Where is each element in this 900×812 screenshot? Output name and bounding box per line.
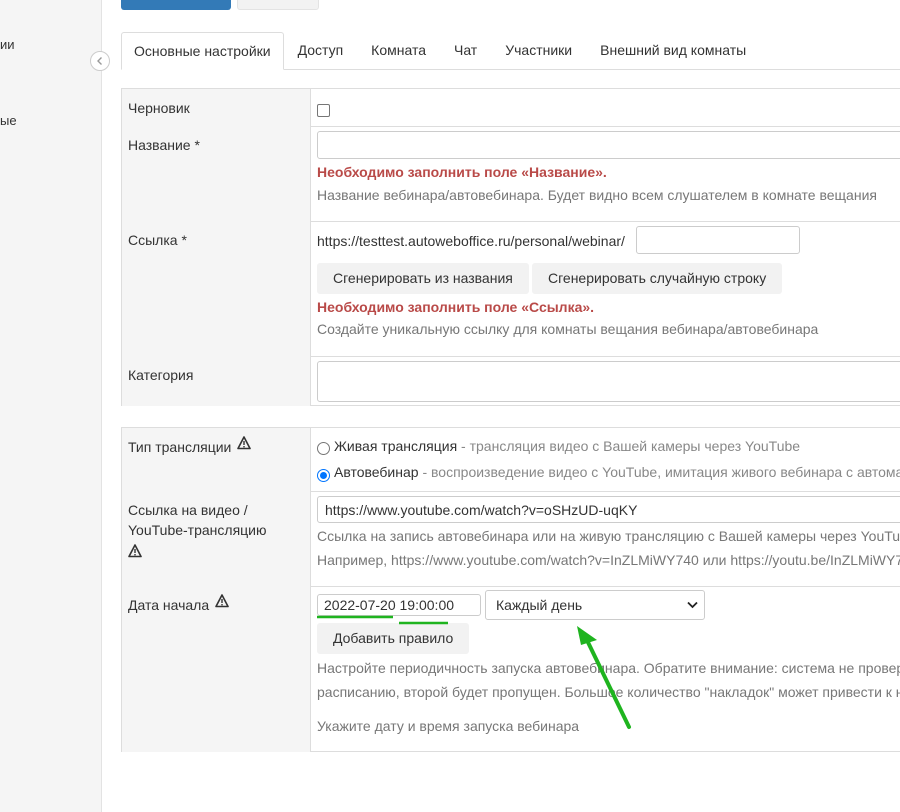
annotation-arrow-shaft	[582, 632, 631, 729]
annotation-arrow-head	[577, 626, 597, 645]
chevron-left-icon	[97, 57, 102, 65]
sidebar-collapse-button[interactable]	[90, 51, 110, 71]
annotation-overlay	[317, 615, 631, 729]
